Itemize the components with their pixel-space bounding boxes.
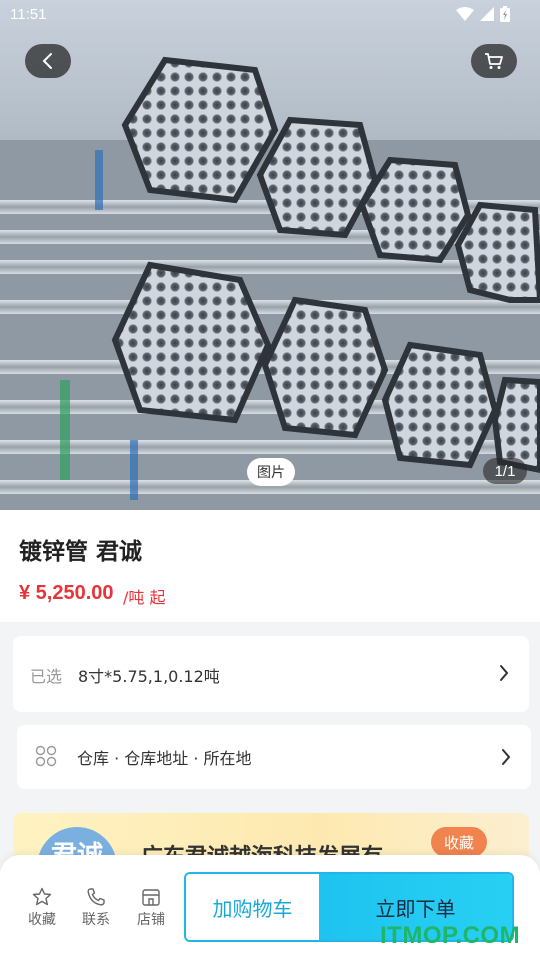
- contact-button[interactable]: 联系: [76, 887, 116, 929]
- favorite-button[interactable]: 收藏: [22, 887, 62, 929]
- signal-icon: [480, 7, 494, 21]
- product-title: 镀锌管 君诚: [19, 539, 143, 565]
- phone-icon: [87, 888, 105, 906]
- product-price: ¥ 5,250.00: [19, 582, 114, 604]
- shop-favorite-button[interactable]: 收藏: [431, 827, 487, 857]
- status-bar: 11:51: [0, 0, 540, 32]
- favorite-label: 收藏: [28, 912, 56, 928]
- chevron-left-icon: [42, 53, 52, 69]
- shop-label: 店铺: [137, 912, 165, 928]
- contact-label: 联系: [82, 912, 110, 928]
- add-to-cart-button[interactable]: 加购物车: [186, 874, 319, 940]
- spec-selected-label: 已选: [30, 667, 63, 686]
- warehouse-text: 仓库 · 仓库地址 · 所在地: [77, 749, 252, 768]
- back-button[interactable]: [25, 44, 71, 78]
- pipe-bundle-illustration: [0, 56, 540, 510]
- shop-button[interactable]: 店铺: [131, 887, 171, 929]
- store-icon: [142, 889, 160, 906]
- star-icon: [32, 887, 52, 906]
- spec-selector[interactable]: 已选 8寸*5.75,1,0.12吨: [13, 636, 529, 712]
- watermark: ITMOP.COM: [380, 922, 521, 949]
- warehouse-icon: [35, 745, 57, 767]
- price-unit: /吨 起: [123, 588, 166, 607]
- status-icons: [456, 6, 510, 22]
- chevron-right-icon: [502, 749, 511, 765]
- wifi-icon: [456, 7, 474, 21]
- product-image[interactable]: [0, 0, 540, 510]
- spec-selected-value: 8寸*5.75,1,0.12吨: [78, 667, 220, 686]
- image-counter: 1/1: [483, 458, 527, 484]
- cart-button[interactable]: [471, 44, 517, 78]
- cart-icon: [485, 53, 503, 69]
- status-time: 11:51: [10, 6, 47, 23]
- battery-icon: [500, 6, 510, 22]
- chevron-right-icon: [500, 665, 509, 681]
- product-info: 镀锌管 君诚 ¥ 5,250.00 /吨 起: [0, 510, 540, 622]
- warehouse-row[interactable]: 仓库 · 仓库地址 · 所在地: [17, 725, 531, 789]
- image-tab[interactable]: 图片: [247, 458, 295, 486]
